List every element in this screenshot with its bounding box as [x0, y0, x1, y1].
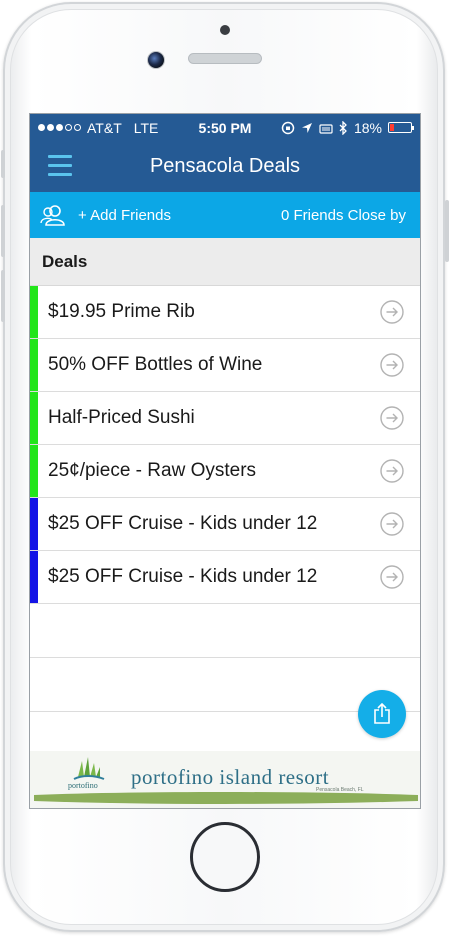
- deal-color-bar: [30, 445, 38, 497]
- section-title: Deals: [42, 251, 88, 271]
- deals-section-header: Deals: [30, 238, 420, 286]
- app-screen: AT&T LTE 5:50 PM 18% Pensacola Deals + A…: [29, 113, 421, 809]
- network-type: LTE: [133, 119, 159, 136]
- deals-list: $19.95 Prime Rib 50% OFF Bottles of Wine…: [30, 286, 420, 712]
- deal-label: 25¢/piece - Raw Oysters: [48, 460, 257, 481]
- deal-item[interactable]: $25 OFF Cruise - Kids under 12: [30, 498, 420, 551]
- empty-row: [30, 604, 420, 658]
- earpiece-speaker: [188, 53, 262, 64]
- deal-item[interactable]: Half-Priced Sushi: [30, 392, 420, 445]
- friends-bar: + Add Friends 0 Friends Close by: [30, 192, 420, 238]
- volume-down-button: [1, 270, 5, 322]
- battery-icon: [388, 122, 414, 133]
- add-friends-button[interactable]: + Add Friends: [40, 204, 171, 226]
- add-friends-label: + Add Friends: [78, 206, 171, 224]
- page-title: Pensacola Deals: [149, 155, 301, 177]
- deal-item[interactable]: 50% OFF Bottles of Wine: [30, 339, 420, 392]
- deal-label: Half-Priced Sushi: [48, 407, 195, 428]
- bluetooth-icon: [339, 120, 347, 135]
- ad-title: portofino island resort: [131, 765, 330, 789]
- ad-banner[interactable]: portofino portofino island resort Pensac…: [30, 751, 420, 808]
- arrow-right-circle-icon[interactable]: [380, 353, 404, 377]
- hamburger-menu-icon[interactable]: [48, 155, 72, 177]
- carrier-name: AT&T: [87, 119, 122, 136]
- arrow-right-circle-icon[interactable]: [380, 300, 404, 324]
- friends-close-by-count: 0 Friends Close by: [280, 206, 406, 224]
- volume-up-button: [1, 205, 5, 257]
- share-icon: [374, 703, 390, 724]
- front-camera: [147, 51, 165, 69]
- arrow-right-circle-icon[interactable]: [380, 565, 404, 589]
- deal-item[interactable]: 25¢/piece - Raw Oysters: [30, 445, 420, 498]
- deal-item[interactable]: $25 OFF Cruise - Kids under 12: [30, 551, 420, 604]
- grass-swoosh-graphic: [34, 792, 418, 804]
- navigation-bar: Pensacola Deals: [30, 141, 420, 192]
- deal-color-bar: [30, 286, 38, 338]
- deal-color-bar: [30, 551, 38, 603]
- deal-label: 50% OFF Bottles of Wine: [48, 354, 263, 375]
- status-bar: AT&T LTE 5:50 PM 18%: [30, 114, 420, 141]
- arrow-right-circle-icon[interactable]: [380, 512, 404, 536]
- screen-rotation-lock-icon: [281, 121, 295, 134]
- proximity-sensor: [220, 25, 230, 35]
- arrow-right-circle-icon[interactable]: [380, 459, 404, 483]
- deal-item[interactable]: $19.95 Prime Rib: [30, 286, 420, 339]
- battery-percentage: 18%: [353, 119, 382, 136]
- friends-icon: [40, 205, 65, 226]
- deal-label: $19.95 Prime Rib: [48, 301, 195, 322]
- arrow-right-circle-icon[interactable]: [380, 406, 404, 430]
- deal-label: $25 OFF Cruise - Kids under 12: [48, 566, 318, 587]
- home-button[interactable]: [190, 822, 260, 892]
- signal-strength-icon: [38, 124, 81, 131]
- deal-color-bar: [30, 498, 38, 550]
- power-button: [445, 200, 449, 262]
- deal-color-bar: [30, 339, 38, 391]
- deal-label: $25 OFF Cruise - Kids under 12: [48, 513, 318, 534]
- alarm-icon: [319, 123, 333, 134]
- location-arrow-icon: [301, 122, 312, 133]
- share-button[interactable]: [358, 690, 406, 738]
- deal-color-bar: [30, 392, 38, 444]
- mute-switch: [1, 150, 5, 178]
